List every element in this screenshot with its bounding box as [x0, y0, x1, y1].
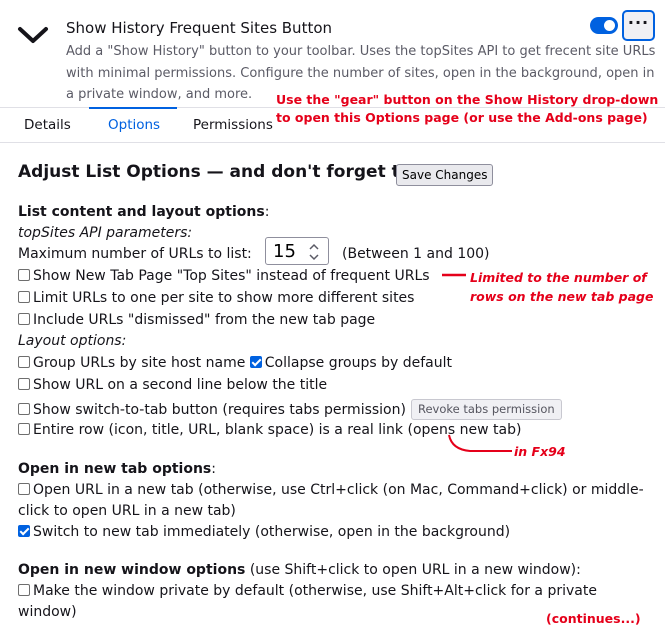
more-options-button[interactable]: ··· [622, 10, 655, 41]
top-sites-annotation: Limited to the number of rows on the new… [470, 268, 653, 306]
tab-details[interactable]: Details [24, 117, 71, 133]
new-tab-section-title-text: Open in new tab options [18, 461, 212, 477]
option-private-window[interactable]: Make the window private by default (othe… [18, 583, 597, 599]
new-window-title-suffix: (use Shift+click to open URL in a new wi… [245, 562, 581, 578]
gear-annotation-line2: to open this Options page (or use the Ad… [276, 110, 648, 125]
more-icon: ··· [627, 12, 650, 32]
tabs-divider [0, 142, 665, 143]
spin-down-icon[interactable] [309, 252, 319, 262]
tab-bar: Details Options Permissions [0, 107, 280, 142]
revoke-tabs-permission-button[interactable]: Revoke tabs permission [410, 399, 562, 420]
limit-per-site-label: Limit URLs to one per site to show more … [33, 290, 415, 306]
top-sites-label: Show New Tab Page "Top Sites" instead of… [33, 268, 430, 284]
top-sites-annotation-line1: Limited to the number of [470, 270, 647, 285]
spin-up-icon[interactable] [309, 242, 319, 252]
private-window-label-cont: window) [18, 604, 77, 620]
max-urls-label: Maximum number of URLs to list: [18, 246, 252, 262]
continues-annotation: (continues...) [546, 611, 641, 626]
collapse-groups-label: Collapse groups by default [264, 355, 453, 371]
list-section-title-text: List content and layout options [18, 204, 265, 220]
max-urls-input[interactable]: 15 [265, 237, 329, 265]
gear-annotation: Use the "gear" button on the Show Histor… [276, 91, 658, 127]
option-show-url[interactable]: Show URL on a second line below the titl… [18, 377, 327, 393]
limit-per-site-checkbox[interactable] [18, 291, 30, 303]
include-dismissed-label: Include URLs "dismissed" from the new ta… [33, 312, 376, 328]
switch-immediately-label: Switch to new tab immediately (otherwise… [33, 524, 511, 540]
new-tab-section-title: Open in new tab options: [18, 461, 216, 477]
include-dismissed-checkbox[interactable] [18, 313, 30, 325]
new-window-section-title-text: Open in new window options [18, 562, 246, 578]
open-new-tab-label-cont: click to open URL in a new tab) [18, 503, 236, 519]
entire-row-checkbox[interactable] [18, 423, 30, 435]
group-urls-checkbox[interactable] [18, 356, 30, 368]
top-sites-checkbox[interactable] [18, 269, 30, 281]
option-top-sites[interactable]: Show New Tab Page "Top Sites" instead of… [18, 268, 430, 284]
active-tab-indicator [89, 107, 177, 109]
switch-tab-checkbox[interactable] [18, 403, 30, 415]
collapse-groups-checkbox[interactable] [249, 356, 262, 368]
title-colon: : [264, 204, 270, 220]
option-include-dismissed[interactable]: Include URLs "dismissed" from the new ta… [18, 312, 375, 328]
save-changes-button[interactable]: Save Changes [396, 164, 494, 186]
private-window-checkbox[interactable] [18, 584, 30, 596]
fx94-annotation: in Fx94 [514, 444, 566, 459]
option-open-new-tab[interactable]: Open URL in a new tab (otherwise, use Ct… [18, 482, 644, 498]
api-params-label: topSites API parameters: [18, 225, 193, 241]
top-sites-annotation-line2: rows on the new tab page [470, 289, 654, 304]
chevron-down-icon[interactable] [16, 22, 50, 48]
title-colon: : [211, 461, 216, 477]
enable-toggle[interactable] [590, 17, 618, 34]
option-limit-per-site[interactable]: Limit URLs to one per site to show more … [18, 290, 414, 306]
switch-tab-label: Show switch-to-tab button (requires tabs… [33, 402, 406, 418]
option-group-urls[interactable]: Group URLs by site host name Collapse gr… [18, 355, 452, 371]
page-heading: Adjust List Options — and don't forget t… [18, 162, 412, 182]
annotation-dash [442, 273, 466, 277]
switch-immediately-checkbox[interactable] [18, 525, 30, 537]
option-switch-immediately[interactable]: Switch to new tab immediately (otherwise… [18, 524, 510, 540]
annotation-curve [448, 434, 512, 452]
tab-permissions[interactable]: Permissions [193, 117, 273, 133]
new-window-section-title: Open in new window options (use Shift+cl… [18, 562, 581, 578]
option-switch-tab[interactable]: Show switch-to-tab button (requires tabs… [18, 399, 562, 420]
toggle-knob [604, 20, 615, 31]
addon-title: Show History Frequent Sites Button [66, 19, 333, 37]
show-url-label: Show URL on a second line below the titl… [33, 377, 328, 393]
private-window-label: Make the window private by default (othe… [33, 583, 597, 599]
show-url-checkbox[interactable] [18, 378, 30, 390]
max-urls-value: 15 [273, 241, 296, 262]
open-new-tab-label: Open URL in a new tab (otherwise, use Ct… [33, 482, 644, 498]
spin-buttons[interactable] [308, 240, 322, 262]
open-new-tab-checkbox[interactable] [18, 483, 30, 495]
tab-options[interactable]: Options [108, 117, 160, 133]
list-section-title: List content and layout options: [18, 204, 269, 220]
layout-options-label: Layout options: [18, 333, 127, 349]
max-urls-range: (Between 1 and 100) [342, 246, 490, 262]
group-urls-label: Group URLs by site host name [33, 355, 246, 371]
